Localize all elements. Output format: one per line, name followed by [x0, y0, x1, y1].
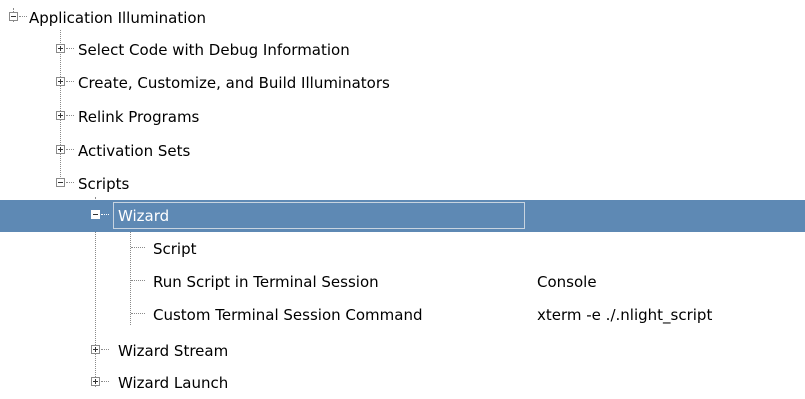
tree-connector — [131, 247, 145, 248]
tree-node-label: Activation Sets — [78, 142, 191, 160]
tree-node-relink-programs[interactable]: Relink Programs — [0, 101, 805, 133]
tree-connector — [66, 115, 74, 116]
tree-node-label: Custom Terminal Session Command — [153, 306, 423, 324]
tree-connector — [131, 280, 145, 281]
tree-node-label: Select Code with Debug Information — [78, 41, 350, 59]
tree-node-label: Wizard Launch — [118, 374, 229, 392]
tree-node-label: Scripts — [78, 175, 130, 193]
collapse-icon[interactable] — [56, 178, 65, 187]
tree-node-value[interactable]: Console — [537, 272, 597, 292]
expand-icon[interactable] — [91, 377, 100, 386]
tree-node-wizard[interactable]: Wizard — [0, 200, 805, 232]
expand-icon[interactable] — [56, 111, 65, 120]
tree-connector — [66, 182, 74, 183]
expand-icon[interactable] — [56, 145, 65, 154]
focus-outline — [113, 202, 525, 229]
collapse-icon[interactable] — [9, 12, 18, 21]
tree-connector — [66, 149, 74, 150]
tree-node-label: Run Script in Terminal Session — [153, 273, 379, 291]
tree-connector — [131, 313, 145, 314]
expand-icon[interactable] — [91, 345, 100, 354]
tree-node-label: Application Illumination — [29, 9, 207, 27]
tree-node-label: Create, Customize, and Build Illuminator… — [78, 74, 390, 92]
tree-node-activation-sets[interactable]: Activation Sets — [0, 135, 805, 167]
tree-node-label: Script — [153, 240, 197, 258]
tree-connector — [101, 214, 109, 215]
tree-connector — [66, 81, 74, 82]
tree-node-create-illuminators[interactable]: Create, Customize, and Build Illuminator… — [0, 67, 805, 99]
tree-connector — [101, 381, 109, 382]
expand-icon[interactable] — [56, 77, 65, 86]
tree-node-label: Wizard — [118, 207, 170, 225]
tree-node-label: Relink Programs — [78, 108, 200, 126]
tree-node-run-script-terminal[interactable]: Run Script in Terminal Session Console — [0, 266, 805, 298]
tree-node-custom-terminal-command[interactable]: Custom Terminal Session Command xterm -e… — [0, 299, 805, 331]
tree-connector — [19, 16, 27, 17]
tree-connector — [66, 48, 74, 49]
collapse-icon[interactable] — [91, 210, 100, 219]
tree-node-value[interactable]: xterm -e ./.nlight_script — [537, 305, 712, 325]
tree-node-select-code[interactable]: Select Code with Debug Information — [0, 34, 805, 66]
tree-connector — [101, 349, 109, 350]
expand-icon[interactable] — [56, 44, 65, 53]
settings-tree: Application Illumination Select Code wit… — [0, 0, 805, 398]
tree-node-root[interactable]: Application Illumination — [0, 2, 805, 34]
tree-node-wizard-stream[interactable]: Wizard Stream — [0, 335, 805, 367]
tree-node-scripts[interactable]: Scripts — [0, 168, 805, 200]
tree-node-script[interactable]: Script — [0, 233, 805, 265]
tree-node-wizard-launch[interactable]: Wizard Launch — [0, 367, 805, 399]
tree-node-label: Wizard Stream — [118, 342, 229, 360]
